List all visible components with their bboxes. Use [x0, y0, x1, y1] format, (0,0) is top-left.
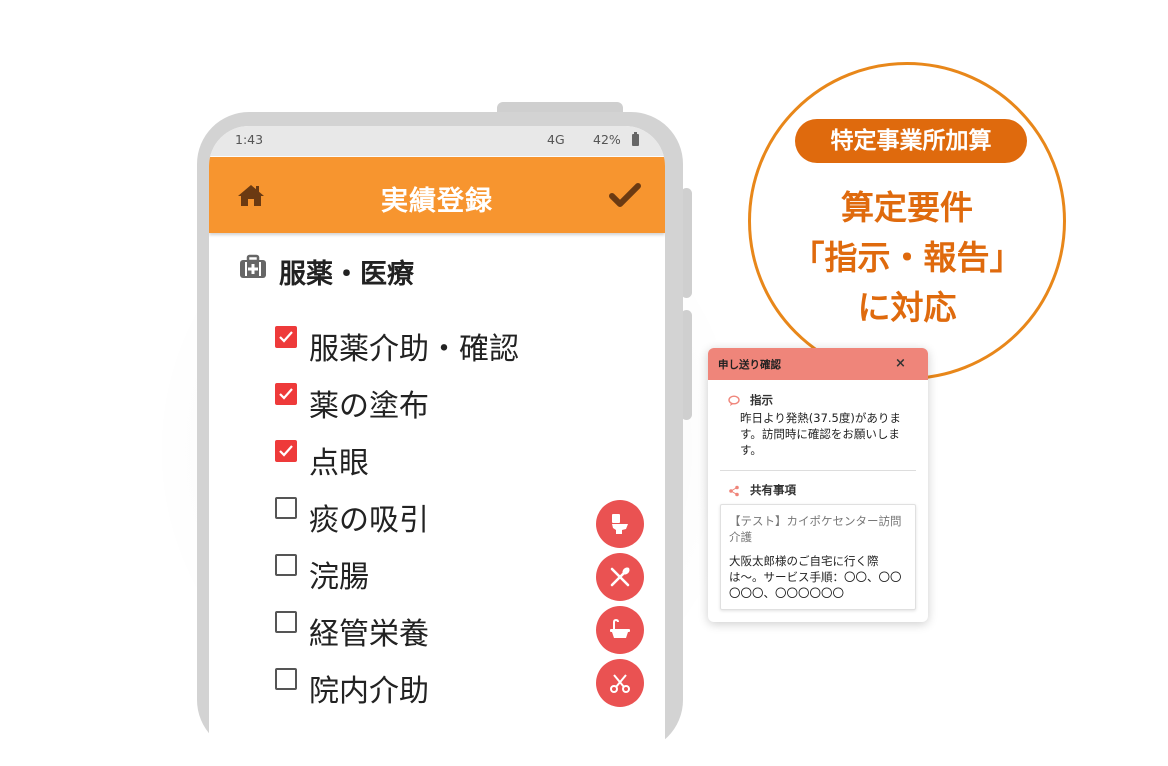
meal-icon — [610, 567, 630, 587]
section-title: 服薬・医療 — [279, 259, 414, 290]
grooming-button[interactable] — [596, 659, 644, 707]
page-title: 実績登録 — [381, 186, 493, 217]
checkbox-checked[interactable] — [275, 440, 297, 462]
battery-icon — [632, 132, 639, 146]
card-divider — [720, 470, 916, 471]
feature-badge-circle: 特定事業所加算 算定要件 「指示・報告」 に対応 — [748, 62, 1066, 380]
checkbox-unchecked[interactable] — [275, 668, 297, 690]
toilet-icon — [612, 514, 628, 534]
share-icon — [728, 482, 740, 497]
checklist-item-label: 痰の吸引 — [309, 503, 429, 538]
checklist-item-label: 服薬介助・確認 — [309, 332, 519, 367]
bath-icon — [610, 618, 630, 638]
status-battery: 42% — [593, 132, 621, 147]
status-network: 4G — [547, 132, 565, 147]
status-bar: 1:43 4G 42% — [209, 126, 665, 156]
meal-button[interactable] — [596, 553, 644, 601]
confirm-check-icon[interactable] — [609, 182, 641, 208]
status-time: 1:43 — [235, 132, 264, 147]
handover-card: 申し送り確認 × 指示 昨日より発熱(37.5度)があります。訪問時に確認をお願… — [708, 348, 928, 622]
scissors-icon — [610, 674, 630, 693]
checklist-item-label: 点眼 — [309, 446, 369, 481]
instruction-body: 昨日より発熱(37.5度)があります。訪問時に確認をお願いします。 — [740, 411, 901, 457]
speech-bubble-icon — [728, 392, 740, 406]
bath-button[interactable] — [596, 606, 644, 654]
feature-pill: 特定事業所加算 — [795, 119, 1027, 163]
badge-line-1: 算定要件 — [841, 188, 973, 227]
close-icon[interactable]: × — [895, 356, 906, 371]
checkbox-unchecked[interactable] — [275, 611, 297, 633]
checkbox-unchecked[interactable] — [275, 554, 297, 576]
phone-frame: 1:43 4G 42% 実績登録 服薬・医療 服薬介助・確認 薬の塗布 点眼 痰… — [197, 112, 683, 766]
checkbox-unchecked[interactable] — [275, 497, 297, 519]
instruction-title: 指示 — [750, 393, 773, 407]
shared-title: 共有事項 — [750, 483, 796, 497]
checklist-item-label: 経管栄養 — [309, 617, 429, 652]
toilet-button[interactable] — [596, 500, 644, 548]
shared-body: 大阪太郎様のご自宅に行く際は〜。サービス手順：〇〇、〇〇〇〇〇、〇〇〇〇〇〇 — [729, 554, 902, 600]
checkbox-checked[interactable] — [275, 383, 297, 405]
phone-screen: 1:43 4G 42% 実績登録 服薬・医療 服薬介助・確認 薬の塗布 点眼 痰… — [209, 126, 665, 766]
card-header: 申し送り確認 × — [708, 348, 928, 380]
badge-line-2: 「指示・報告」 — [791, 238, 1023, 277]
shared-message-box: 【テスト】カイポケセンター訪問介護 大阪太郎様のご自宅に行く際は〜。サービス手順… — [720, 504, 916, 610]
checklist-item-label: 院内介助 — [309, 674, 429, 709]
checklist-item-label: 浣腸 — [309, 560, 369, 595]
shared-org: 【テスト】カイポケセンター訪問介護 — [729, 514, 902, 544]
checklist-item-label: 薬の塗布 — [309, 389, 429, 424]
badge-line-3: に対応 — [857, 288, 957, 327]
card-title: 申し送り確認 — [718, 359, 781, 371]
medical-kit-icon — [239, 254, 267, 280]
checkbox-checked[interactable] — [275, 326, 297, 348]
app-bar: 実績登録 — [209, 157, 665, 233]
